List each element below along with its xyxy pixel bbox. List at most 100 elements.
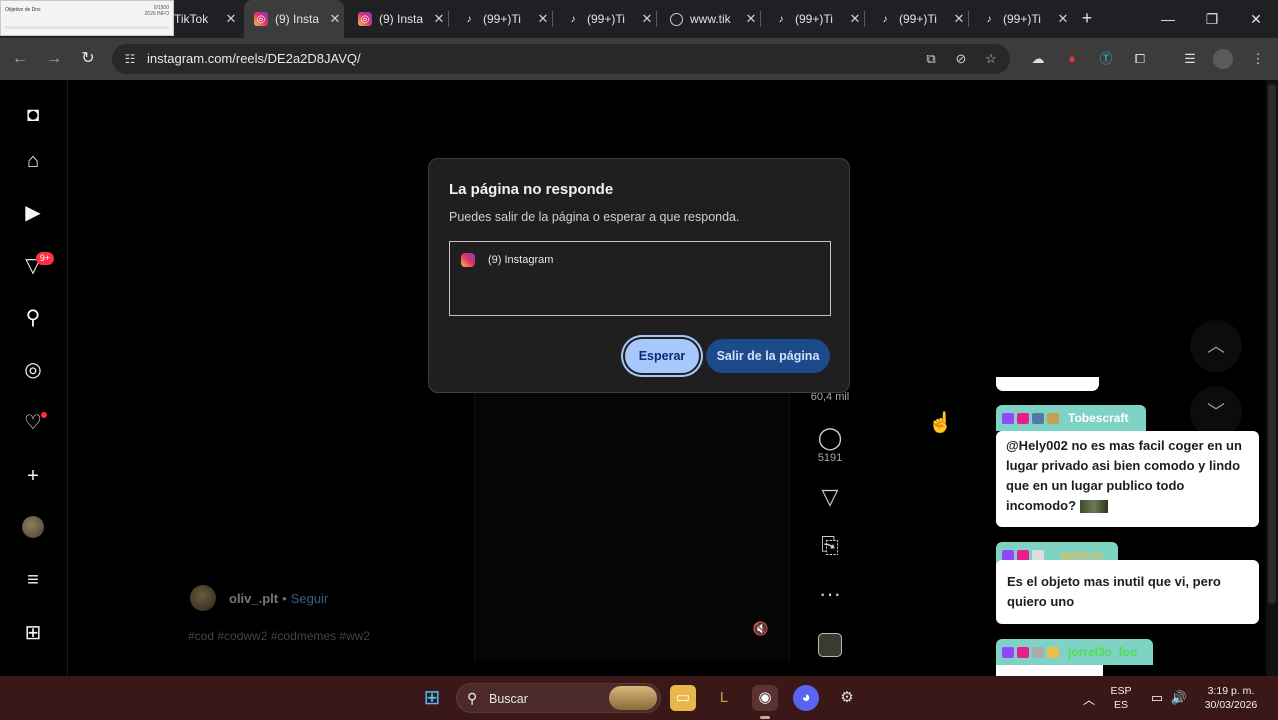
reel-hashtags[interactable]: #cod #codww2 #codmemes #ww2	[188, 629, 370, 643]
home-icon[interactable]: ⌂	[20, 148, 46, 174]
url-text[interactable]: instagram.com/reels/DE2a2D8JAVQ/	[147, 51, 361, 66]
tab-instagram-active[interactable]: ◎ (9) Insta ✕	[244, 0, 344, 38]
follow-link[interactable]: Seguir	[291, 591, 329, 606]
steam-icon[interactable]: ⚙	[834, 685, 860, 711]
save-action[interactable]: ⎘	[810, 533, 850, 559]
emote-image	[1079, 500, 1108, 514]
scrollbar[interactable]	[1266, 80, 1278, 676]
tab-tiktok-1[interactable]: TikTok ✕	[174, 0, 240, 38]
tab-tiktok-5[interactable]: ♪ (99+)Ti ✕	[868, 0, 969, 38]
star-bookmark-icon[interactable]: ☆	[982, 50, 1000, 68]
menu-kebab-icon[interactable]: ⋮	[1249, 50, 1267, 68]
tab-title: (99+)Ti	[1003, 12, 1041, 26]
search-placeholder: Buscar	[489, 692, 528, 706]
close-icon[interactable]: ✕	[534, 11, 552, 27]
reels-icon[interactable]: ▶	[20, 200, 46, 226]
notification-dot	[41, 412, 47, 418]
extension-cloud-icon[interactable]: ☁	[1029, 50, 1047, 68]
more-options[interactable]: ···	[810, 581, 850, 607]
language-indicator[interactable]: ESP ES	[1108, 684, 1134, 712]
minimize-icon[interactable]: —	[1146, 0, 1190, 38]
share-action[interactable]: ▽	[810, 484, 850, 510]
exit-page-button[interactable]: Salir de la página	[706, 339, 830, 373]
twitch-icon	[1002, 412, 1014, 424]
create-plus-icon[interactable]: +	[20, 463, 46, 489]
windows-start-icon[interactable]: ⊞	[419, 685, 445, 711]
new-tab-plus-icon[interactable]: +	[1078, 9, 1096, 27]
wait-button[interactable]: Esperar	[625, 339, 699, 373]
bookmark-icon[interactable]: ⎘	[810, 533, 850, 559]
close-icon[interactable]: ✕	[638, 11, 656, 27]
tiktok-icon: ♪	[778, 13, 784, 25]
audio-thumbnail[interactable]	[818, 633, 842, 657]
hamburger-menu-icon[interactable]: ≡	[20, 567, 46, 593]
tab-title: (99+)Ti	[795, 12, 833, 26]
search-icon[interactable]: ⚲	[20, 305, 46, 331]
league-client-icon[interactable]: L	[711, 685, 737, 711]
instagram-icon: ◎	[358, 12, 372, 26]
close-icon[interactable]: ✕	[846, 11, 864, 27]
profile-avatar[interactable]	[1213, 49, 1233, 69]
window-thumbnail[interactable]: Objetivo de Dns 0/1500 2026 INFO	[0, 0, 174, 36]
chrome-icon[interactable]: ◉	[752, 685, 778, 711]
heart-badge-icon	[1017, 549, 1029, 561]
tab-instagram-2[interactable]: ◎ (9) Insta ✕	[348, 0, 449, 38]
back-arrow-icon[interactable]: ←	[10, 49, 30, 69]
badge-icon	[1047, 412, 1059, 424]
tab-title: www.tik	[690, 12, 731, 26]
unresponsive-page-item: (9) Instagram	[488, 254, 554, 266]
more-dots-icon[interactable]: ···	[810, 581, 850, 607]
language-code: ESP	[1110, 685, 1132, 697]
profile-avatar[interactable]	[22, 516, 44, 538]
restore-icon[interactable]: ❐	[1190, 0, 1234, 38]
close-icon[interactable]: ✕	[222, 11, 240, 27]
explore-compass-icon[interactable]: ◎	[20, 357, 46, 383]
reload-icon[interactable]: ↻	[78, 49, 98, 69]
author-avatar[interactable]	[190, 585, 216, 611]
badge-icon	[1047, 646, 1059, 658]
clock[interactable]: 3:19 p. m. 30/03/2026	[1196, 684, 1266, 712]
extensions-puzzle-icon[interactable]: ⧠	[1131, 50, 1149, 68]
heart-badge-icon	[1017, 412, 1029, 424]
author-name[interactable]: oliv_.plt	[229, 591, 278, 606]
forward-arrow-icon[interactable]: →	[44, 49, 64, 69]
close-icon[interactable]: ✕	[742, 11, 760, 27]
taskbar-search[interactable]: ⚲ Buscar	[456, 683, 661, 713]
notification-badge: 9+	[36, 252, 54, 265]
reading-list-icon[interactable]: ☰	[1181, 50, 1199, 68]
comment-count: 5191	[817, 452, 843, 464]
tab-tiktok-3[interactable]: ♪ (99+)Ti ✕	[556, 0, 657, 38]
more-apps-icon[interactable]: ⊞	[20, 620, 46, 646]
tab-tiktok-2[interactable]: ♪ (99+)Ti ✕	[452, 0, 553, 38]
window-close-icon[interactable]: ✕	[1234, 0, 1278, 38]
extension-translate-icon[interactable]: Ⓣ	[1097, 50, 1115, 68]
scrollbar-thumb[interactable]	[1268, 84, 1276, 604]
comment-action[interactable]: ◯ 5191	[810, 425, 850, 464]
discord-icon[interactable]: ◕	[793, 685, 819, 711]
unresponsive-pages-list: (9) Instagram	[449, 241, 831, 316]
clock-time: 3:19 p. m.	[1207, 685, 1255, 697]
tray-chevron-up-icon[interactable]: ︿	[1076, 687, 1102, 713]
extension-red-icon[interactable]: ●	[1063, 50, 1081, 68]
comment-bubble-icon[interactable]: ◯	[810, 425, 850, 451]
tab-tiktok-6[interactable]: ♪ (99+)Ti ✕	[972, 0, 1072, 38]
keyboard-layout: ES	[1113, 699, 1128, 711]
install-app-icon[interactable]: ⧉	[922, 50, 940, 68]
close-icon[interactable]: ✕	[950, 11, 968, 27]
tab-tiktok-4[interactable]: ♪ (99+)Ti ✕	[764, 0, 865, 38]
chat-username: Tobescraft	[1068, 411, 1129, 425]
tab-web[interactable]: www.tik ✕	[660, 0, 761, 38]
eye-off-icon[interactable]: ⊘	[952, 50, 970, 68]
site-settings-icon[interactable]: ☷	[122, 51, 138, 67]
close-icon[interactable]: ✕	[430, 11, 448, 27]
instagram-logo-icon[interactable]: ◘	[20, 102, 46, 128]
close-icon[interactable]: ✕	[1054, 11, 1072, 27]
muted-speaker-icon[interactable]: 🔇	[752, 620, 770, 638]
close-icon[interactable]: ✕	[326, 11, 344, 27]
file-explorer-icon[interactable]: ▭	[670, 685, 696, 711]
send-plane-icon[interactable]: ▽	[810, 484, 850, 510]
address-bar[interactable]: ☷ instagram.com/reels/DE2a2D8JAVQ/ ⧉ ⊘ ☆	[112, 44, 1010, 74]
tiktok-icon: ♪	[986, 13, 992, 25]
chevron-up-icon[interactable]: ︿	[1190, 320, 1242, 372]
volume-icon[interactable]: 🔊	[1166, 685, 1192, 711]
